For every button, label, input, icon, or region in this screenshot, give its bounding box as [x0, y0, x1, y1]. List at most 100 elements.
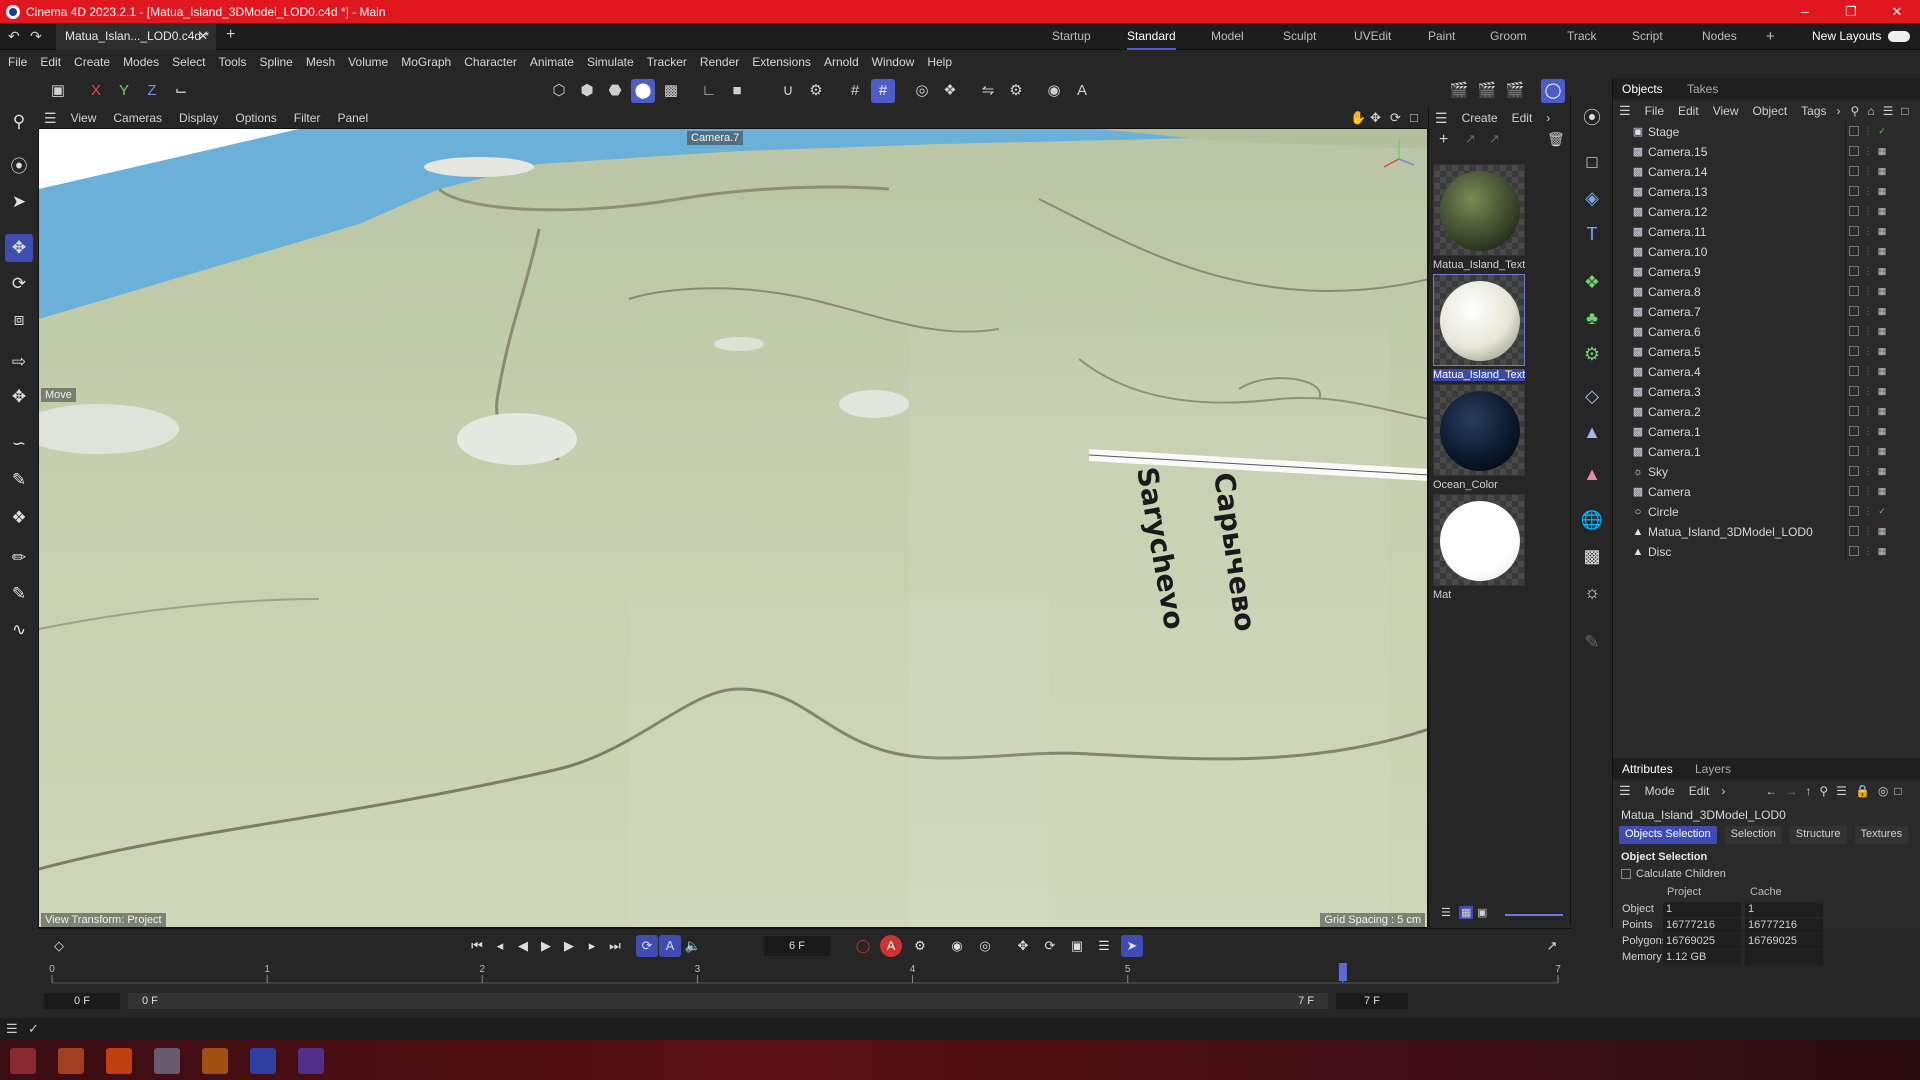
layer-checkbox[interactable] [1849, 546, 1859, 556]
pen-icon[interactable]: ✎ [1578, 628, 1606, 656]
material-swatch[interactable]: Ocean_Color [1433, 384, 1525, 491]
render-mode-icon[interactable]: ◯ [1541, 79, 1565, 103]
layer-checkbox[interactable] [1849, 246, 1859, 256]
viewport-menu-display[interactable]: Display [179, 111, 218, 125]
points-mode-icon[interactable]: ⬡ [547, 79, 571, 103]
object-row[interactable]: ▩ Camera.8 [1613, 282, 1845, 302]
layout-sculpt[interactable]: Sculpt [1283, 23, 1316, 50]
taskbar-app-icon[interactable] [106, 1048, 132, 1074]
layer-checkbox[interactable] [1849, 426, 1859, 436]
objects-hamburger-icon[interactable]: ☰ [1619, 103, 1631, 119]
settings-icon[interactable]: ⚙ [1004, 79, 1028, 103]
new-layouts-button[interactable]: New Layouts [1812, 23, 1881, 50]
brush-tool-icon[interactable]: ✏ [5, 544, 33, 572]
visibility-dots-icon[interactable]: ⋮ [1863, 446, 1873, 456]
visibility-dots-icon[interactable]: ⋮ [1863, 286, 1873, 296]
cube-outline-icon[interactable]: □ [1578, 148, 1606, 176]
lock-icon[interactable]: 🔒 [1855, 784, 1870, 798]
material-swatch[interactable]: Mat [1433, 494, 1525, 601]
loop-icon[interactable]: ⟳ [636, 935, 658, 957]
mirror-icon[interactable]: ⇋ [976, 79, 1000, 103]
tag-icon[interactable]: ▦ [1877, 226, 1887, 236]
character-icon[interactable]: ▲ [1578, 460, 1606, 488]
visibility-dots-icon[interactable]: ⋮ [1863, 246, 1873, 256]
layer-checkbox[interactable] [1849, 386, 1859, 396]
viewport-menu-options[interactable]: Options [235, 111, 276, 125]
menu-file[interactable]: File [8, 55, 27, 69]
max-frame-field[interactable]: 7 F [1336, 993, 1408, 1009]
chevron-right-icon[interactable]: › [1546, 111, 1550, 125]
edges-mode-icon[interactable]: ⬢ [575, 79, 599, 103]
object-row[interactable]: ▲ Matua_Island_3DModel_LOD0 [1613, 522, 1845, 542]
tab-attributes[interactable]: Attributes [1622, 758, 1673, 780]
maximize-view-icon[interactable]: □ [1410, 110, 1418, 125]
record-parameters-icon[interactable]: ☰ [1093, 935, 1115, 957]
tag-icon[interactable]: ▦ [1877, 186, 1887, 196]
layer-checkbox[interactable] [1849, 366, 1859, 376]
viewport-menu-view[interactable]: View [71, 111, 97, 125]
tag-icon[interactable]: ▦ [1877, 166, 1887, 176]
layer-checkbox[interactable] [1849, 466, 1859, 476]
layer-checkbox[interactable] [1849, 226, 1859, 236]
next-frame-icon[interactable]: ▶ [558, 935, 580, 957]
object-row[interactable]: ▩ Camera.7 [1613, 302, 1845, 322]
close-icon[interactable]: ✕ [1874, 0, 1920, 23]
sketch-tool-icon[interactable]: ∿ [5, 616, 33, 644]
tag-icon[interactable]: ▦ [1877, 266, 1887, 276]
object-row[interactable]: ▩ Camera.12 [1613, 202, 1845, 222]
object-row[interactable]: ▲ Disc [1613, 542, 1845, 562]
field-icon[interactable]: ▲ [1578, 418, 1606, 446]
light-icon[interactable]: ☼ [1578, 578, 1606, 606]
search-icon[interactable]: ⚲ [1819, 784, 1828, 798]
effector-icon[interactable]: ⚙ [1578, 340, 1606, 368]
camera-label[interactable]: Camera.7 [687, 131, 744, 145]
taskbar-app-icon[interactable] [298, 1048, 324, 1074]
object-row[interactable]: ▩ Camera.2 [1613, 402, 1845, 422]
menu-spline[interactable]: Spline [259, 55, 292, 69]
current-frame-field[interactable]: 6 F [764, 936, 830, 956]
taskbar-app-icon[interactable] [10, 1048, 36, 1074]
layout-groom[interactable]: Groom [1490, 23, 1527, 50]
menu-arnold[interactable]: Arnold [824, 55, 859, 69]
visibility-dots-icon[interactable]: ⋮ [1863, 186, 1873, 196]
viewport-menu-panel[interactable]: Panel [337, 111, 368, 125]
layout-nodes[interactable]: Nodes [1702, 23, 1737, 50]
rotate-tool-icon[interactable]: ⟳ [5, 270, 33, 298]
object-row[interactable]: ▩ Camera.5 [1613, 342, 1845, 362]
knife-tool-icon[interactable]: ✎ [5, 580, 33, 608]
layer-checkbox[interactable] [1849, 526, 1859, 536]
x-axis-toggle[interactable]: X [84, 79, 108, 103]
scale-tool-icon[interactable]: ⧈ [5, 306, 33, 334]
previous-frame-icon[interactable]: ◀ [512, 935, 534, 957]
tweak-tool-icon[interactable]: ✥ [5, 383, 33, 411]
zoom-search-icon[interactable]: ⚲ [5, 108, 33, 136]
material-swatch[interactable]: Matua_Island_Text [1433, 274, 1525, 381]
taskbar-app-icon[interactable] [154, 1048, 180, 1074]
tab-takes[interactable]: Takes [1687, 78, 1718, 100]
tag-icon[interactable]: ▦ [1877, 426, 1887, 436]
min-frame-field[interactable]: 0 F [44, 993, 120, 1009]
viewport-menu-cameras[interactable]: Cameras [113, 111, 162, 125]
render-settings-icon[interactable]: 🎬 [1503, 79, 1527, 103]
auto-play-icon[interactable]: A [659, 935, 681, 957]
environment-icon[interactable]: 🌐 [1578, 506, 1606, 534]
maximize-panel-icon[interactable]: □ [1894, 784, 1901, 798]
tag-icon[interactable]: ▦ [1877, 246, 1887, 256]
object-row[interactable]: ○ Circle [1613, 502, 1845, 522]
layer-checkbox[interactable] [1849, 166, 1859, 176]
keyframe-icon[interactable]: ◇ [48, 935, 70, 957]
tag-icon[interactable]: ▦ [1877, 326, 1887, 336]
menu-extensions[interactable]: Extensions [752, 55, 811, 69]
cloner-icon[interactable]: ♣ [1578, 304, 1606, 332]
layer-checkbox[interactable] [1849, 186, 1859, 196]
menu-mesh[interactable]: Mesh [306, 55, 335, 69]
visibility-dots-icon[interactable]: ⋮ [1863, 386, 1873, 396]
redo-icon[interactable]: ↷ [30, 28, 42, 45]
z-axis-toggle[interactable]: Z [140, 79, 164, 103]
layer-checkbox[interactable] [1849, 146, 1859, 156]
taskbar-app-icon[interactable] [58, 1048, 84, 1074]
object-row[interactable]: ▩ Camera.10 [1613, 242, 1845, 262]
move-tool-icon[interactable]: ✥ [5, 234, 33, 262]
attributes-menu-edit[interactable]: Edit [1689, 784, 1710, 798]
tag-icon[interactable]: ▦ [1877, 446, 1887, 456]
